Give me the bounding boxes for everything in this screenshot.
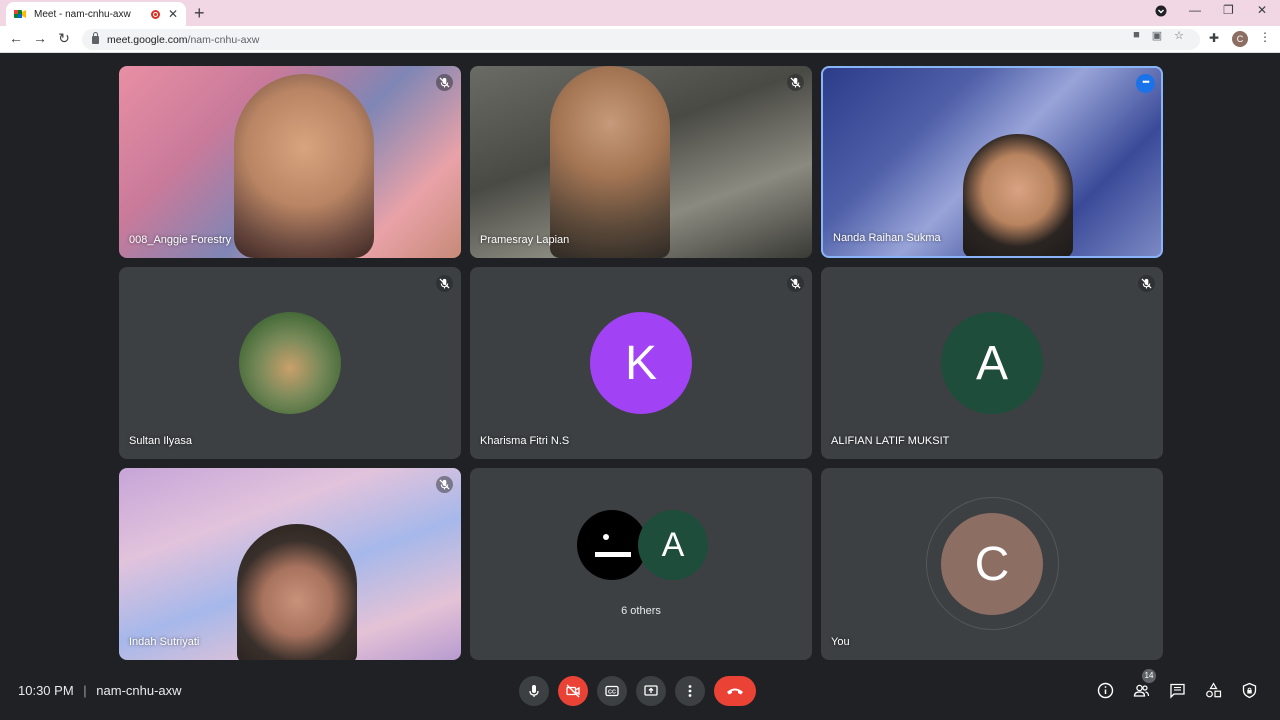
tab-title: Meet - nam-cnhu-axw [34, 8, 131, 20]
minimize-icon[interactable]: — [1189, 3, 1201, 17]
captions-button[interactable]: CC [597, 676, 627, 706]
camera-off-button[interactable] [558, 676, 588, 706]
activities-icon [1205, 681, 1221, 697]
participant-tile-pramesray[interactable]: Pramesray Lapian [470, 66, 812, 258]
reload-icon[interactable]: ↻ [55, 30, 73, 47]
participant-video [963, 134, 1073, 256]
bookmark-star-icon[interactable]: ☆ [1174, 29, 1184, 42]
profile-avatar[interactable]: C [1232, 31, 1248, 47]
mic-off-icon [436, 476, 453, 493]
meeting-details-button[interactable] [1095, 680, 1115, 700]
participant-tile-alifian[interactable]: A ALIFIAN LATIF MUKSIT [821, 267, 1163, 459]
extensions-puzzle-icon[interactable]: ✚ [1209, 31, 1219, 45]
others-avatar-2: A [638, 510, 708, 580]
meeting-details: 10:30 PM | nam-cnhu-axw [18, 683, 182, 698]
lock-icon [92, 31, 99, 44]
more-options-button[interactable]: ••• [1136, 74, 1155, 93]
participant-video [550, 66, 670, 258]
host-controls-button[interactable] [1239, 680, 1259, 700]
meet-logo-icon [14, 10, 26, 18]
mic-off-icon [436, 275, 453, 292]
svg-text:CC: CC [608, 690, 616, 696]
participant-name: You [831, 636, 850, 648]
shield-lock-icon [1242, 682, 1256, 698]
leave-call-button[interactable] [714, 676, 756, 706]
participant-name: Kharisma Fitri N.S [480, 435, 570, 447]
participant-video [234, 74, 374, 258]
camera-off-icon [566, 684, 580, 698]
participant-tile-anggie[interactable]: 008_Anggie Forestry [119, 66, 461, 258]
meeting-controls-bar: 10:30 PM | nam-cnhu-axw CC [0, 668, 1280, 720]
omnibox-icons: ■ ▣ ☆ [1133, 29, 1184, 42]
tab-close-icon[interactable]: ✕ [168, 7, 178, 21]
browser-toolbar: ← → ↻ meet.google.com/nam-cnhu-axw [0, 26, 1280, 53]
profile-photo [239, 312, 341, 414]
participant-tile-kharisma[interactable]: K Kharisma Fitri N.S [470, 267, 812, 459]
restore-icon[interactable]: ❐ [1223, 3, 1234, 17]
captions-icon: CC [605, 685, 619, 697]
chat-button[interactable] [1167, 680, 1187, 700]
back-icon[interactable]: ← [7, 30, 25, 46]
info-icon [1097, 682, 1113, 698]
participant-tile-sultan[interactable]: Sultan Ilyasa [119, 267, 461, 459]
people-icon [1133, 684, 1149, 697]
browser-tab-meet[interactable]: Meet - nam-cnhu-axw ✕ [6, 2, 186, 26]
browser-tabstrip: Meet - nam-cnhu-axw ✕ + — ❐ ✕ [0, 0, 1280, 26]
microphone-icon [529, 685, 539, 697]
participant-name: Pramesray Lapian [480, 234, 570, 246]
meeting-code: nam-cnhu-axw [96, 683, 182, 698]
hang-up-icon [727, 688, 743, 695]
participant-name: Nanda Raihan Sukma [833, 232, 941, 244]
mic-off-icon [1138, 275, 1155, 292]
present-icon [644, 685, 658, 696]
more-options-button[interactable] [675, 676, 705, 706]
forward-icon[interactable]: → [31, 30, 49, 46]
window-close-icon[interactable]: ✕ [1257, 3, 1267, 17]
recording-indicator-icon [150, 9, 160, 19]
mic-off-icon [787, 275, 804, 292]
address-bar[interactable]: meet.google.com/nam-cnhu-axw [82, 29, 1200, 50]
mic-off-icon [787, 74, 804, 91]
self-initial-avatar: C [941, 513, 1043, 615]
participant-tile-indah[interactable]: Indah Sutriyati [119, 468, 461, 660]
participant-tile-nanda[interactable]: ••• Nanda Raihan Sukma [821, 66, 1163, 258]
others-count-label: 6 others [621, 605, 661, 617]
cast-icon[interactable]: ▣ [1152, 29, 1162, 42]
url-path: /nam-cnhu-axw [187, 33, 260, 46]
participant-name: ALIFIAN LATIF MUKSIT [831, 435, 950, 447]
present-screen-button[interactable] [636, 676, 666, 706]
more-vert-icon [688, 685, 692, 697]
activities-button[interactable] [1203, 680, 1223, 700]
new-tab-icon[interactable]: + [194, 3, 205, 24]
tab-search-icon[interactable] [1155, 5, 1167, 20]
mic-off-icon [436, 74, 453, 91]
participant-name: 008_Anggie Forestry [129, 234, 232, 246]
self-tile[interactable]: C You [821, 468, 1163, 660]
participant-tile-others[interactable]: A 6 others [470, 468, 812, 660]
camera-in-use-icon[interactable]: ■ [1133, 29, 1140, 42]
clock-time: 10:30 PM [18, 683, 74, 698]
people-button[interactable] [1131, 680, 1151, 700]
url-host: meet.google.com [107, 33, 188, 46]
initial-avatar: K [590, 312, 692, 414]
chat-icon [1169, 683, 1185, 699]
participant-name: Indah Sutriyati [129, 636, 200, 648]
others-avatar-1 [577, 510, 647, 580]
separator: | [83, 683, 87, 698]
microphone-button[interactable] [519, 676, 549, 706]
initial-avatar: A [941, 312, 1043, 414]
browser-menu-icon[interactable]: ⋮ [1259, 30, 1271, 44]
people-count-badge: 14 [1142, 669, 1156, 683]
participant-name: Sultan Ilyasa [129, 435, 192, 447]
participant-video [237, 524, 357, 660]
